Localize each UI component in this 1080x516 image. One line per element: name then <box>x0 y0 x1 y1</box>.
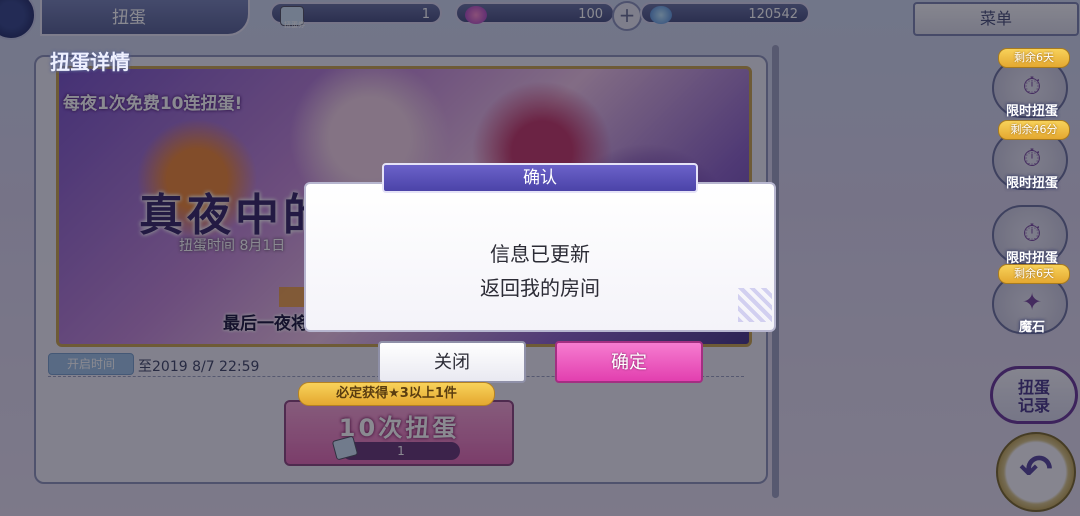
dialog-message-line2: 返回我的房间 <box>480 276 600 300</box>
sidebar-item-label: 限时扭蛋 <box>1005 176 1058 191</box>
close-button[interactable]: 关闭 <box>378 341 526 383</box>
dialog-message-line1: 信息已更新 <box>490 242 590 266</box>
remaining-time-badge: 剩余6天 <box>998 48 1070 68</box>
confirm-dialog: 信息已更新 返回我的房间 <box>304 182 776 332</box>
remaining-time-badge: 剩余46分 <box>998 120 1070 140</box>
sidebar-item-label: 限时扭蛋 <box>1005 104 1058 119</box>
sidebar-item-label: 魔石 <box>1018 320 1045 335</box>
dialog-title: 确认 <box>382 163 698 193</box>
guarantee-badge: 必定获得★3以上1件 <box>298 382 495 406</box>
panel-title: 扭蛋详情 <box>50 50 130 74</box>
remaining-time-badge: 剩余6天 <box>998 264 1070 284</box>
confirm-button[interactable]: 确定 <box>555 341 703 383</box>
dialog-decoration <box>738 288 772 322</box>
